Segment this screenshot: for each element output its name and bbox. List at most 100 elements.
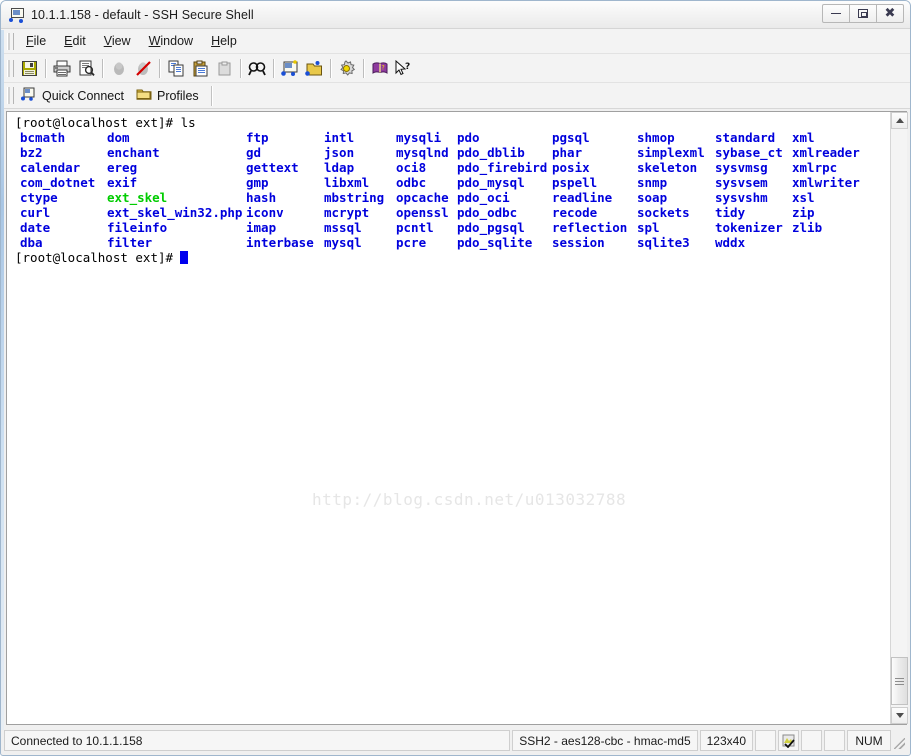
help-book-icon[interactable]: ?	[368, 57, 392, 80]
scroll-thumb[interactable]	[891, 657, 908, 705]
terminal-listing-item: zlib	[792, 220, 823, 235]
toolbar-separator	[240, 58, 241, 78]
terminal-listing-item: dom	[107, 130, 130, 145]
menu-window-accel: W	[148, 34, 161, 48]
terminal-listing-row: bcmath dom ftp intl mysqli pdo pgsql shmop stand…	[11, 130, 890, 145]
encryption-icon	[778, 730, 799, 751]
terminal-listing-item: filter	[107, 235, 153, 250]
terminal-listing-item: session	[552, 235, 605, 250]
status-terminal-size: 123x40	[699, 730, 753, 751]
status-cipher: SSH2 - aes128-cbc - hmac-md5	[512, 730, 698, 751]
menu-help-label: elp	[220, 34, 237, 48]
terminal-cursor	[180, 251, 189, 264]
terminal-listing-item: ereg	[107, 160, 138, 175]
window-title: 10.1.1.158 - default - SSH Secure Shell	[31, 7, 254, 22]
settings-icon[interactable]	[335, 57, 359, 80]
terminal-listing-item: enchant	[107, 145, 160, 160]
menu-edit[interactable]: Edit	[55, 31, 95, 51]
quick-connect-button[interactable]: Quick Connect	[17, 85, 132, 107]
terminal-listing-item: sqlite3	[637, 235, 690, 250]
copy-icon[interactable]	[164, 57, 188, 80]
quickbar-drag-grip[interactable]	[7, 87, 14, 104]
terminal-listing-item: pdo_mysql	[457, 175, 525, 190]
terminal-listing-item: imap	[246, 220, 277, 235]
menu-window-label: indow	[160, 34, 194, 48]
terminal-listing-item: sysvmsg	[715, 160, 768, 175]
window-left-edge	[1, 30, 4, 730]
status-connection: Connected to 10.1.1.158	[4, 730, 511, 751]
connect-icon[interactable]	[107, 57, 131, 80]
resize-grip[interactable]	[893, 730, 907, 751]
close-button[interactable]: ✖	[876, 4, 904, 23]
maximize-button[interactable]	[849, 4, 877, 23]
menu-view-label: iew	[111, 34, 131, 48]
status-spacer-2	[801, 730, 822, 751]
terminal-listing-item: sybase_ct	[715, 145, 783, 160]
scroll-down-arrow[interactable]	[891, 707, 908, 724]
save-icon[interactable]	[17, 57, 41, 80]
terminal-listing-row: ctype ext_skel hash mbstring opcache pdo_oci r…	[11, 190, 890, 205]
terminal-area: [root@localhost ext]# ls bcmath dom ftp intl…	[6, 111, 908, 725]
terminal-listing-item: ftp	[246, 130, 269, 145]
title-bar[interactable]: 10.1.1.158 - default - SSH Secure Shell …	[1, 1, 910, 29]
terminal-listing-item: sysvshm	[715, 190, 768, 205]
terminal-listing-item: mcrypt	[324, 205, 370, 220]
status-spacer-1	[755, 730, 776, 751]
print-preview-icon[interactable]	[74, 57, 98, 80]
new-file-transfer-icon[interactable]	[302, 57, 326, 80]
terminal-listing-item: skeleton	[637, 160, 698, 175]
print-icon[interactable]	[50, 57, 74, 80]
menu-file[interactable]: File	[17, 31, 55, 51]
terminal-listing-item: dba	[20, 235, 43, 250]
terminal-listing-item: standard	[715, 130, 776, 145]
terminal-listing-item: posix	[552, 160, 590, 175]
toolbar-separator	[45, 58, 46, 78]
terminal-listing-item: xml	[792, 130, 815, 145]
svg-text:?: ?	[382, 64, 385, 71]
status-bar: Connected to 10.1.1.158 SSH2 - aes128-cb…	[4, 730, 907, 751]
menu-file-accel: F	[26, 34, 34, 48]
terminal-listing-item: mysqlnd	[396, 145, 449, 160]
context-help-icon[interactable]: ?	[392, 57, 416, 80]
terminal-listing-item: xsl	[792, 190, 815, 205]
terminal-listing-item: gd	[246, 145, 262, 160]
terminal-listing-row: bz2 enchant gd json mysqlnd pdo_dblib phar simp…	[11, 145, 890, 160]
terminal-listing-item: json	[324, 145, 355, 160]
terminal-listing-item: calendar	[20, 160, 81, 175]
folder-icon	[136, 87, 152, 104]
terminal-listing-item: pdo	[457, 130, 480, 145]
new-terminal-icon[interactable]	[278, 57, 302, 80]
paste-icon[interactable]	[188, 57, 212, 80]
terminal-scrollbar[interactable]	[890, 112, 908, 724]
find-icon[interactable]	[245, 57, 269, 80]
menu-window[interactable]: Window	[140, 31, 202, 51]
terminal-listing-item: mysqli	[396, 130, 442, 145]
toolbar-drag-grip[interactable]	[7, 59, 14, 77]
terminal-listing-item: phar	[552, 145, 583, 160]
menu-drag-grip[interactable]	[7, 32, 14, 50]
prompt-text: [root@localhost ext]#	[15, 250, 181, 265]
clipboard-icon[interactable]	[212, 57, 236, 80]
terminal-listing-item: openssl	[396, 205, 449, 220]
scroll-up-arrow[interactable]	[891, 112, 908, 129]
terminal-listing-item: fileinfo	[107, 220, 168, 235]
terminal-listing-item: pdo_odbc	[457, 205, 518, 220]
ssh-secure-shell-window: 10.1.1.158 - default - SSH Secure Shell …	[0, 0, 911, 756]
toolbar-separator	[330, 58, 331, 78]
terminal-prompt-line: [root@localhost ext]#	[11, 250, 890, 265]
ssh-terminal-icon	[9, 7, 25, 23]
profiles-button[interactable]: Profiles	[132, 85, 207, 106]
terminal-listing-item: bcmath	[20, 130, 66, 145]
toolbar-separator	[102, 58, 103, 78]
terminal-output[interactable]: [root@localhost ext]# ls bcmath dom ftp intl…	[7, 112, 890, 724]
disconnect-icon[interactable]	[131, 57, 155, 80]
terminal-listing-item: ext_skel	[107, 190, 168, 205]
prompt-command: [root@localhost ext]# ls	[15, 115, 196, 130]
terminal-listing-item: pgsql	[552, 130, 590, 145]
terminal-listing-row: date fileinfo imap mssql pcntl pdo_pgsql refle…	[11, 220, 890, 235]
toolbar-separator	[273, 58, 274, 78]
menu-help[interactable]: Help	[202, 31, 246, 51]
terminal-listing-row: curl ext_skel_win32.php iconv mcrypt openssl…	[11, 205, 890, 220]
menu-view[interactable]: View	[95, 31, 140, 51]
minimize-button[interactable]	[822, 4, 850, 23]
